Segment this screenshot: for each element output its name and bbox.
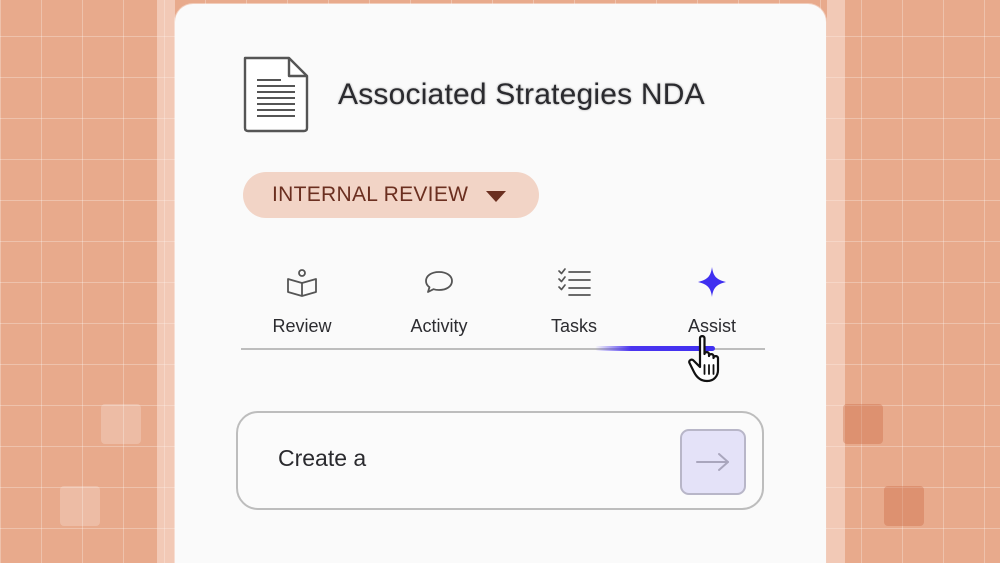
- tab-activity-label: Activity: [410, 316, 468, 336]
- speech-bubble-icon: [425, 271, 453, 293]
- tab-tasks-label: Tasks: [550, 316, 597, 336]
- status-label: INTERNAL REVIEW: [272, 183, 469, 206]
- sparkle-icon: [698, 267, 726, 297]
- status-dropdown[interactable]: INTERNAL REVIEW: [243, 172, 539, 218]
- background-tile: [60, 486, 100, 526]
- background-band-left: [157, 0, 175, 563]
- hand-pointer-icon: [688, 335, 720, 383]
- assist-prompt-input[interactable]: [278, 445, 638, 472]
- document-icon: [243, 56, 309, 133]
- arrow-right-icon: [696, 453, 729, 471]
- send-button[interactable]: [680, 429, 746, 495]
- background-tile: [101, 404, 141, 444]
- assist-prompt-box: [236, 411, 764, 510]
- open-book-icon: [287, 269, 317, 297]
- background-tile: [843, 404, 883, 444]
- tab-tasks[interactable]: Tasks: [514, 264, 634, 344]
- tab-assist[interactable]: Assist: [652, 264, 772, 344]
- document-card: Associated Strategies NDA INTERNAL REVIE…: [175, 4, 826, 563]
- tab-review-label: Review: [272, 316, 332, 336]
- background-band-right: [827, 0, 845, 563]
- background-tile: [884, 486, 924, 526]
- tab-review[interactable]: Review: [242, 264, 362, 344]
- document-title: Associated Strategies NDA: [338, 78, 705, 111]
- tab-activity[interactable]: Activity: [379, 264, 499, 344]
- caret-down-icon: [486, 191, 507, 202]
- checklist-icon: [558, 268, 591, 296]
